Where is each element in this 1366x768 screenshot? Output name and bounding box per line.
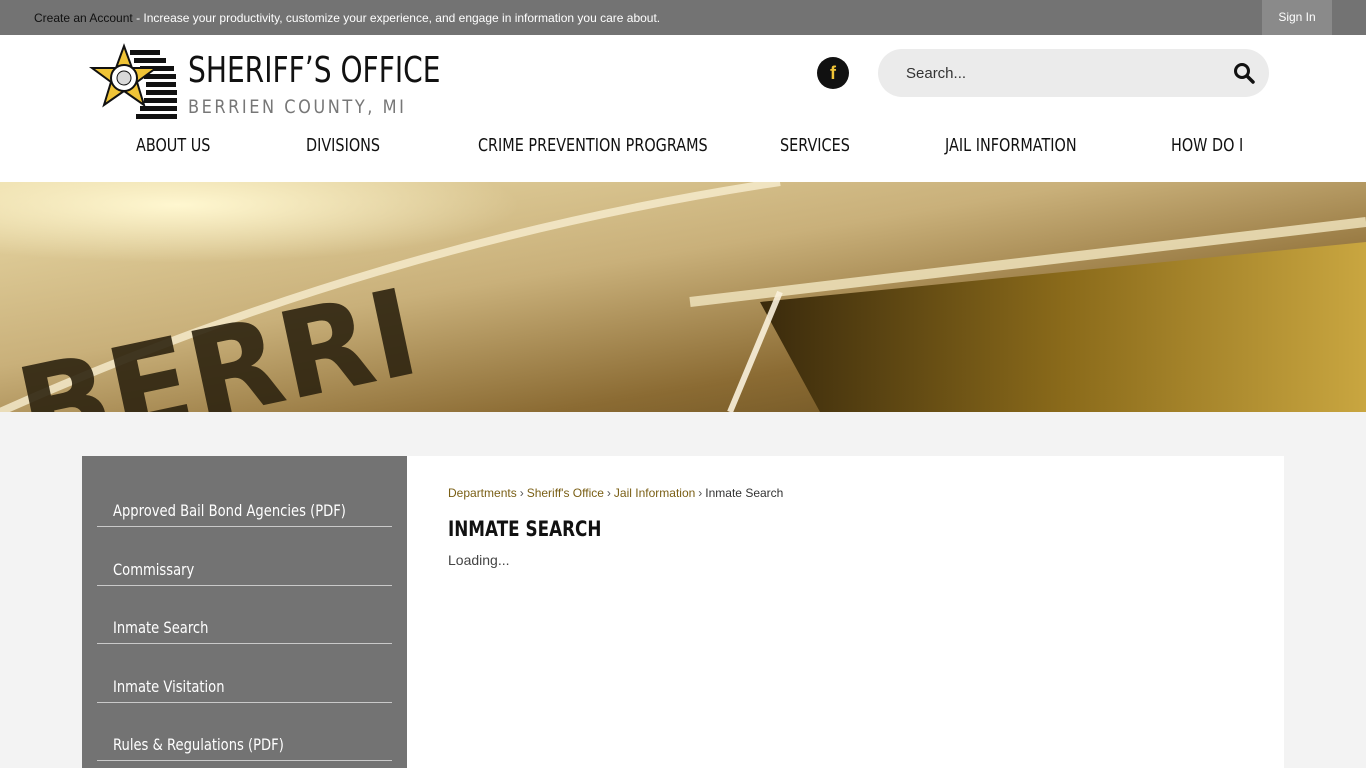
site-header: SHERIFF’S OFFICE BERRIEN COUNTY, MI f AB… (0, 35, 1366, 182)
site-logo[interactable]: SHERIFF’S OFFICE BERRIEN COUNTY, MI (88, 42, 448, 126)
sidebar-item-label: Inmate Search (113, 618, 209, 637)
sidebar-item-inmate-search[interactable]: Inmate Search (97, 586, 392, 644)
sidebar-item-label: Commissary (113, 560, 195, 579)
breadcrumb-separator: › (698, 486, 703, 500)
create-account-link[interactable]: Create an Account (34, 11, 133, 25)
breadcrumb-jail-information[interactable]: Jail Information (614, 486, 695, 500)
account-message: Create an Account - Increase your produc… (34, 11, 660, 25)
site-search (878, 49, 1269, 97)
nav-how-do-i[interactable]: HOW DO I (1171, 135, 1243, 156)
facebook-icon[interactable]: f (817, 57, 849, 89)
breadcrumb-sheriffs-office[interactable]: Sheriff's Office (527, 486, 604, 500)
sheriff-badge-icon (88, 43, 177, 119)
account-promo-text: - Increase your productivity, customize … (132, 11, 661, 25)
breadcrumb-current: Inmate Search (705, 486, 784, 500)
nav-jail-information[interactable]: JAIL INFORMATION (945, 135, 1077, 156)
sidebar-item-inmate-visitation[interactable]: Inmate Visitation (97, 645, 392, 703)
top-account-bar: Create an Account - Increase your produc… (0, 0, 1366, 35)
site-title: SHERIFF’S OFFICE (188, 50, 441, 91)
hero-banner-image: BERRI (0, 182, 1366, 412)
sidebar-item-rules-regulations[interactable]: Rules & Regulations (PDF) (97, 703, 392, 761)
breadcrumb-separator: › (519, 486, 524, 500)
sidebar-item-label: Rules & Regulations (PDF) (113, 735, 284, 754)
sidebar-item-label: Approved Bail Bond Agencies (PDF) (113, 501, 346, 520)
search-input[interactable] (906, 61, 1226, 85)
nav-about-us[interactable]: ABOUT US (136, 135, 210, 156)
search-icon[interactable] (1233, 62, 1255, 84)
page-title: INMATE SEARCH (448, 517, 602, 541)
sidebar-item-approved-bail-bond-agencies[interactable]: Approved Bail Bond Agencies (PDF) (97, 469, 392, 527)
sidebar-item-commissary[interactable]: Commissary (97, 528, 392, 586)
nav-crime-prevention-programs[interactable]: CRIME PREVENTION PROGRAMS (478, 135, 708, 156)
badge-closeup-image: BERRI (0, 182, 1366, 412)
site-subtitle: BERRIEN COUNTY, MI (188, 96, 407, 118)
breadcrumb-separator: › (606, 486, 611, 500)
loading-status: Loading... (448, 552, 510, 568)
nav-divisions[interactable]: DIVISIONS (306, 135, 380, 156)
sign-in-button[interactable]: Sign In (1262, 0, 1332, 35)
sidebar-item-label: Inmate Visitation (113, 677, 225, 696)
main-nav: ABOUT US DIVISIONS CRIME PREVENTION PROG… (0, 135, 1366, 163)
section-sidebar-nav: Approved Bail Bond Agencies (PDF) Commis… (82, 456, 407, 768)
main-content: Departments › Sheriff's Office › Jail Inform… (407, 456, 1284, 768)
nav-services[interactable]: SERVICES (780, 135, 850, 156)
breadcrumb: Departments › Sheriff's Office › Jail Inform… (448, 486, 783, 500)
breadcrumb-departments[interactable]: Departments (448, 486, 517, 500)
